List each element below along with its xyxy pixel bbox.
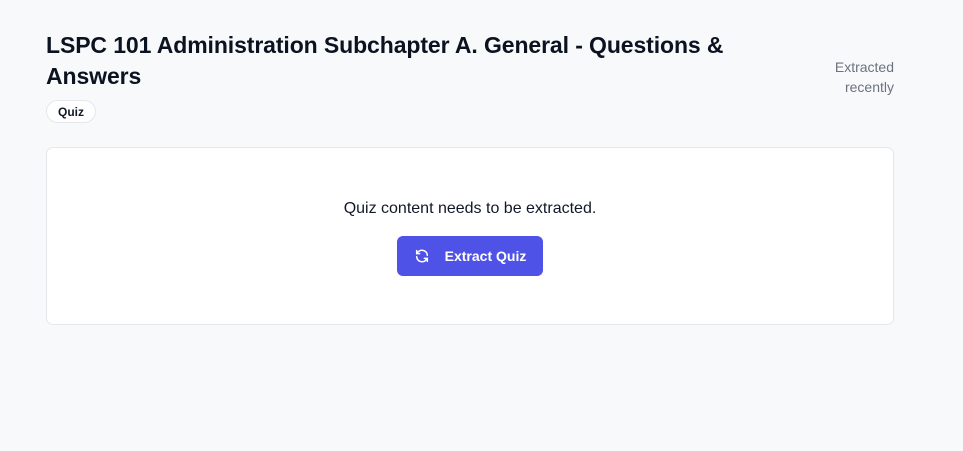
- extract-quiz-label: Extract Quiz: [444, 248, 527, 264]
- page-title: LSPC 101 Administration Subchapter A. Ge…: [46, 32, 724, 89]
- page: LSPC 101 Administration Subchapter A. Ge…: [0, 0, 963, 451]
- page-header: LSPC 101 Administration Subchapter A. Ge…: [46, 30, 894, 126]
- quiz-content-card: Quiz content needs to be extracted. Extr…: [46, 147, 894, 325]
- type-badge: Quiz: [46, 100, 96, 123]
- extract-quiz-button[interactable]: Extract Quiz: [397, 236, 543, 276]
- extraction-status: Extracted recently: [834, 59, 894, 95]
- refresh-icon: [414, 248, 430, 264]
- empty-state-message: Quiz content needs to be extracted.: [343, 200, 597, 217]
